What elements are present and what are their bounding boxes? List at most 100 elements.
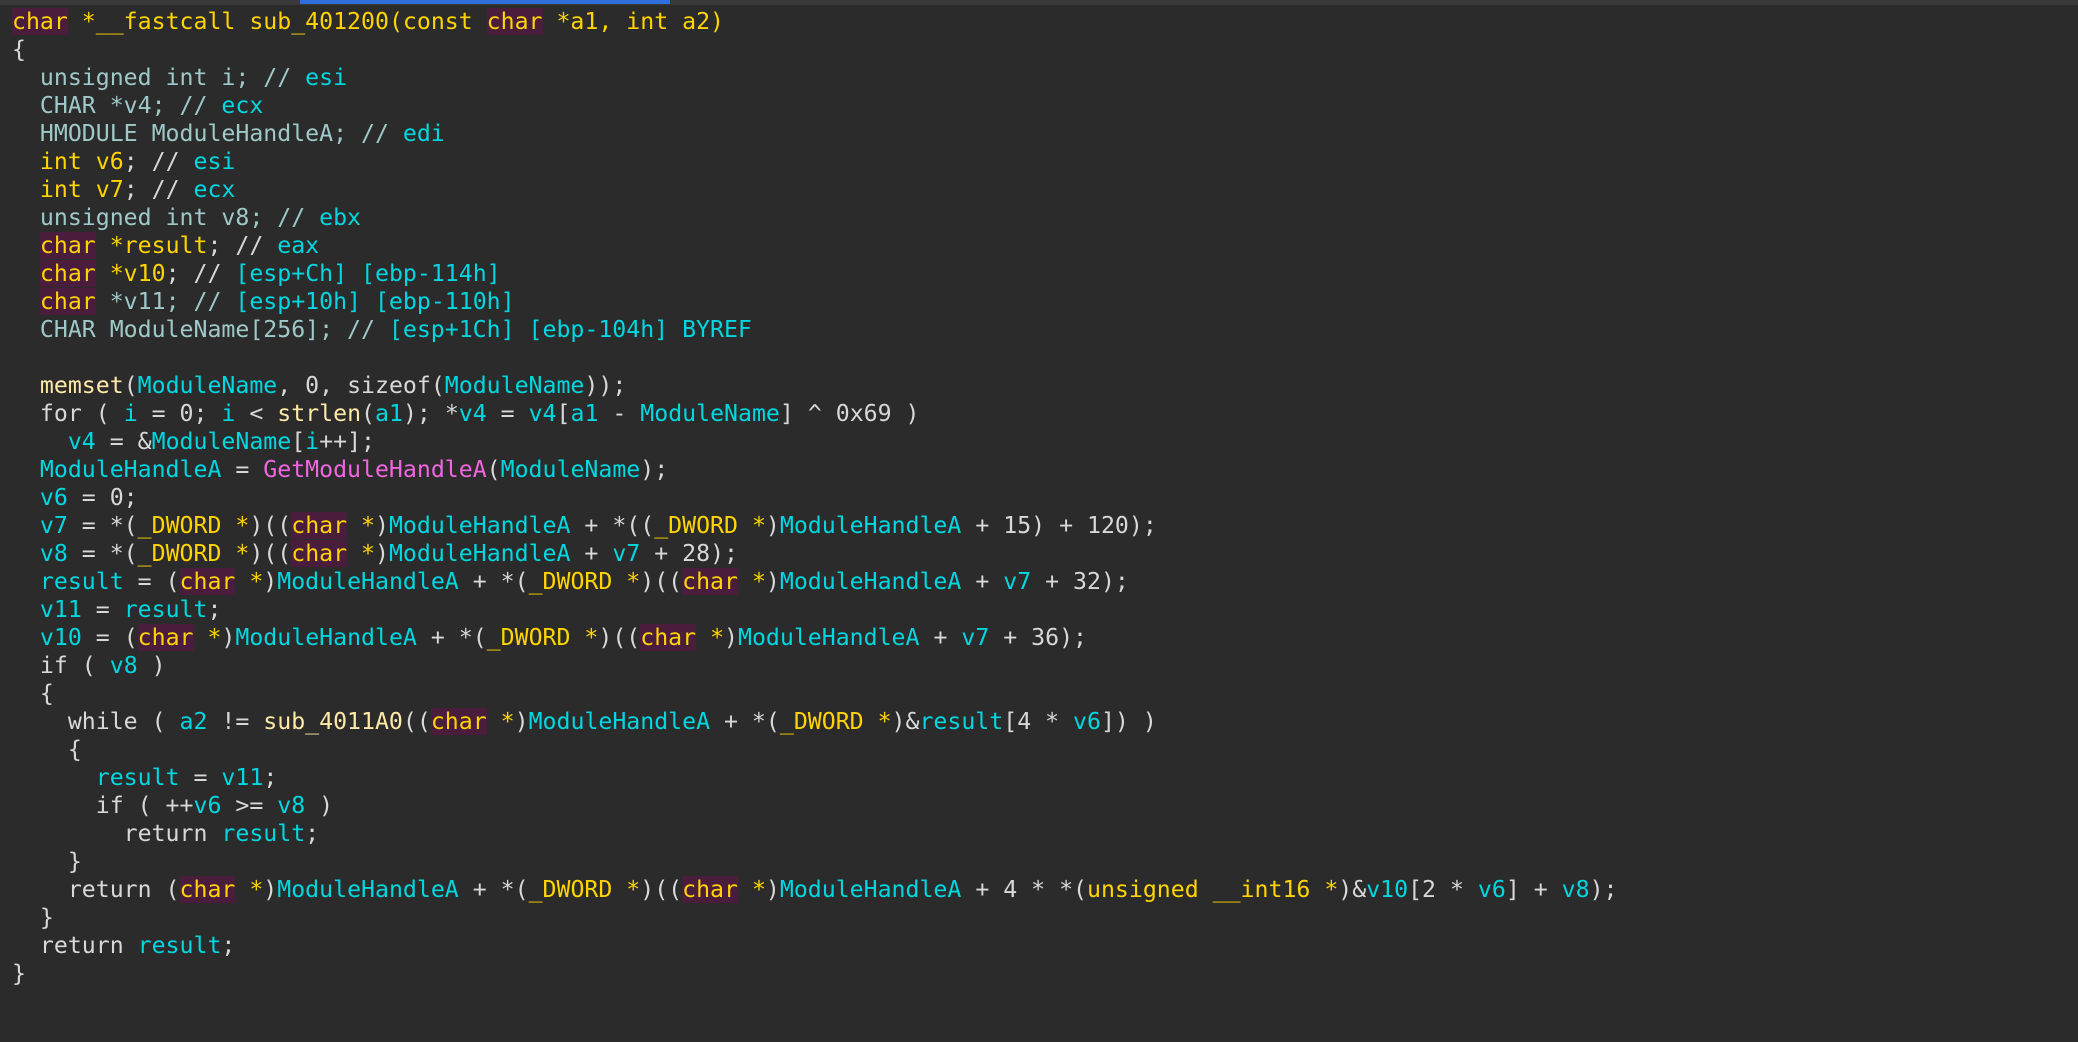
code-token: *result [95,232,208,259]
code-token: strlen [277,400,362,427]
code-token: a2 [179,708,208,735]
code-line[interactable]: for ( i = 0; i < strlen(a1); *v4 = v4[a1… [12,400,2078,428]
code-token: ; // [207,232,278,259]
code-token: v4 [528,400,557,427]
code-token: a1 [375,400,403,427]
code-token: v7 [1003,568,1032,595]
code-line[interactable]: HMODULE ModuleHandleA; // edi [12,120,2078,148]
code-token: ) [765,568,780,595]
code-token: [esp+10h] [ebp-110h] [235,288,515,315]
code-token: char [39,260,96,287]
code-token: ) [305,792,334,819]
code-line[interactable] [12,344,2078,372]
code-token: _DWORD * [137,512,250,539]
code-token: = & [95,428,152,455]
code-line[interactable]: CHAR ModuleName[256]; // [esp+1Ch] [ebp-… [12,316,2078,344]
code-token: ModuleHandleA [39,456,222,483]
code-token: ; // [123,176,194,203]
code-token: char [39,232,96,259]
code-line[interactable]: char *v11; // [esp+10h] [ebp-110h] [12,288,2078,316]
code-token: = [486,400,529,427]
code-token: result [919,708,1004,735]
code-line[interactable]: unsigned int v8; // ebx [12,204,2078,232]
code-token: char [179,876,236,903]
code-token: )& [1338,876,1367,903]
code-token: * [193,624,222,651]
code-token: ++]; [319,428,375,455]
code-token: * [347,540,375,567]
code-line[interactable]: return result; [12,932,2078,960]
code-token: int [12,148,82,175]
code-line[interactable]: v7 = *(_DWORD *)((char *)ModuleHandleA +… [12,512,2078,540]
code-token: (const [388,8,487,35]
code-token: v11 [221,764,264,791]
code-token: * [737,568,766,595]
code-token: = *( [67,512,138,539]
code-line[interactable]: v8 = *(_DWORD *)((char *)ModuleHandleA +… [12,540,2078,568]
code-line[interactable]: char *v10; // [esp+Ch] [ebp-114h] [12,260,2078,288]
code-token: ModuleHandleA [388,540,571,567]
code-line[interactable]: char *__fastcall sub_401200(const char *… [12,8,2078,36]
code-token: ] ^ 0x69 ) [779,400,920,427]
code-token: return [12,820,222,847]
code-token: ModuleName [640,400,780,427]
pseudocode-view[interactable]: char *__fastcall sub_401200(const char *… [12,8,2078,1042]
code-token: = 0; [67,484,138,511]
code-token: + [570,540,613,567]
code-line[interactable]: { [12,680,2078,708]
code-line[interactable]: result = v11; [12,764,2078,792]
code-token: + *( [710,708,780,735]
code-line[interactable]: if ( ++v6 >= v8 ) [12,792,2078,820]
code-line[interactable]: v10 = (char *)ModuleHandleA + *(_DWORD *… [12,624,2078,652]
code-line[interactable]: } [12,904,2078,932]
code-line[interactable]: while ( a2 != sub_4011A0((char *)ModuleH… [12,708,2078,736]
code-token: a1 [570,400,599,427]
code-line[interactable]: CHAR *v4; // ecx [12,92,2078,120]
code-token: v6 [81,148,124,175]
code-token: ) [375,512,389,539]
code-line[interactable]: { [12,36,2078,64]
code-token: )(( [249,512,292,539]
code-token: ecx [193,176,236,203]
code-line[interactable]: result = (char *)ModuleHandleA + *(_DWOR… [12,568,2078,596]
code-line[interactable]: } [12,960,2078,988]
code-token: ModuleHandleA [388,512,571,539]
code-token: { [12,736,82,763]
code-token: char [39,288,96,315]
code-line[interactable]: v4 = &ModuleName[i++]; [12,428,2078,456]
active-tab-indicator[interactable] [300,0,670,4]
code-line[interactable]: v6 = 0; [12,484,2078,512]
code-line[interactable]: v11 = result; [12,596,2078,624]
code-line[interactable]: memset(ModuleName, 0, sizeof(ModuleName)… [12,372,2078,400]
code-token: + 28); [640,540,738,567]
code-token: = ( [81,624,138,651]
code-token: return [12,932,138,959]
code-line[interactable]: return result; [12,820,2078,848]
code-token: ; [221,932,236,959]
code-token: ) [137,652,166,679]
code-token: i [221,400,236,427]
code-line[interactable]: int v7; // ecx [12,176,2078,204]
code-line[interactable]: unsigned int i; // esi [12,64,2078,92]
code-line[interactable]: ModuleHandleA = GetModuleHandleA(ModuleN… [12,456,2078,484]
code-token: char [12,8,68,35]
code-line[interactable]: { [12,736,2078,764]
code-token: ModuleHandleA [779,568,962,595]
code-line[interactable]: char *result; // eax [12,232,2078,260]
code-token: char [486,8,543,35]
code-line[interactable]: } [12,848,2078,876]
code-token: ( [486,456,501,483]
code-token: ); * [402,400,459,427]
code-line[interactable]: int v6; // esi [12,148,2078,176]
code-token: v4 [67,428,96,455]
code-token: = ( [123,568,180,595]
code-line[interactable]: return (char *)ModuleHandleA + *(_DWORD … [12,876,2078,904]
code-token: } [12,960,26,987]
code-token: ; // [165,260,236,287]
code-token: v8 [109,652,138,679]
code-token: } [12,904,54,931]
code-line[interactable]: if ( v8 ) [12,652,2078,680]
